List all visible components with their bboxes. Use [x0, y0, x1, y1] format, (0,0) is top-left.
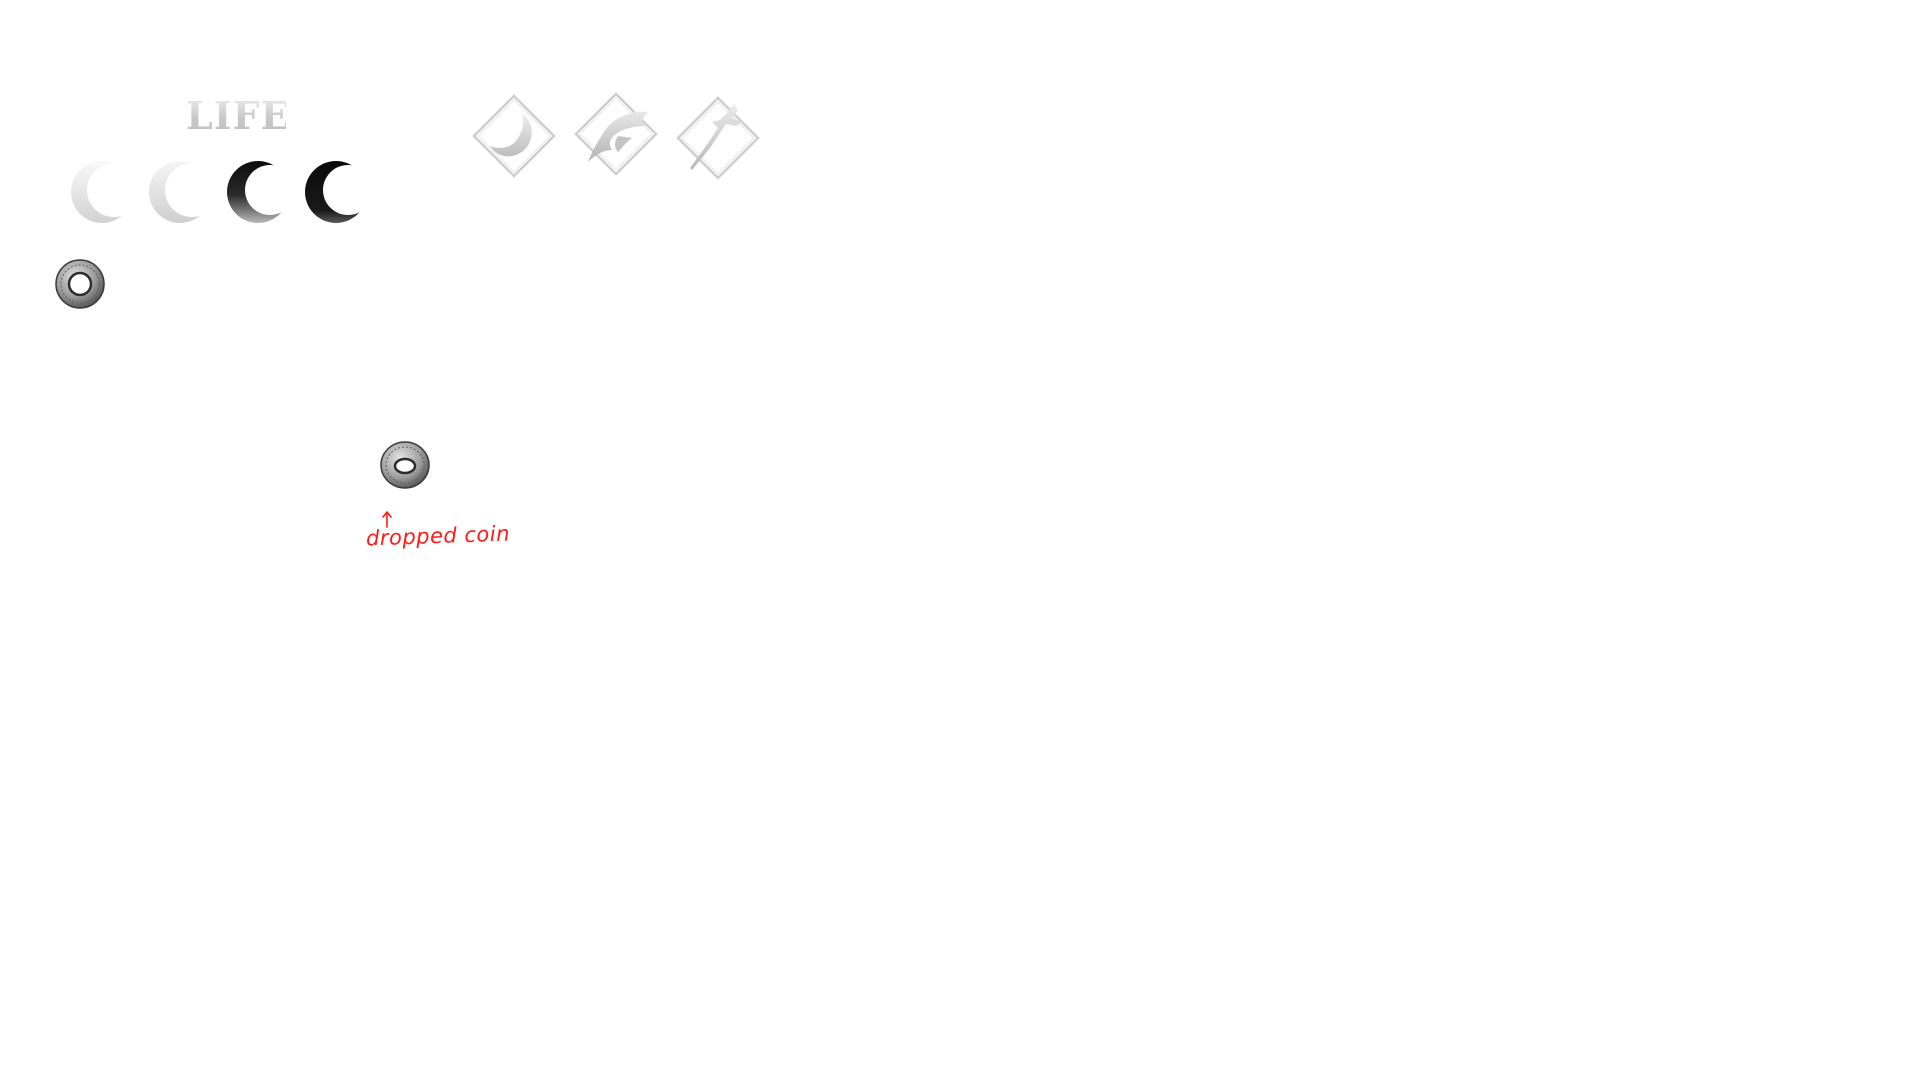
crescent-slash-diamond-icon: [472, 94, 556, 178]
crescent-moon-icon: [304, 158, 370, 226]
claw-diamond-icon: [574, 92, 658, 176]
dagger-diamond-icon: [676, 96, 760, 180]
game-screen: LIFE dropped coin: [0, 0, 1920, 1080]
coin-icon: [55, 259, 105, 309]
life-label: LIFE: [186, 93, 291, 138]
crescent-moon-icon: [226, 158, 292, 226]
crescent-moon-icon: [70, 158, 136, 226]
crescent-moon-icon: [148, 158, 214, 226]
dropped-coin[interactable]: [380, 440, 430, 490]
dropped-coin-annotation: dropped coin: [365, 521, 511, 551]
life-meter: [70, 158, 380, 230]
